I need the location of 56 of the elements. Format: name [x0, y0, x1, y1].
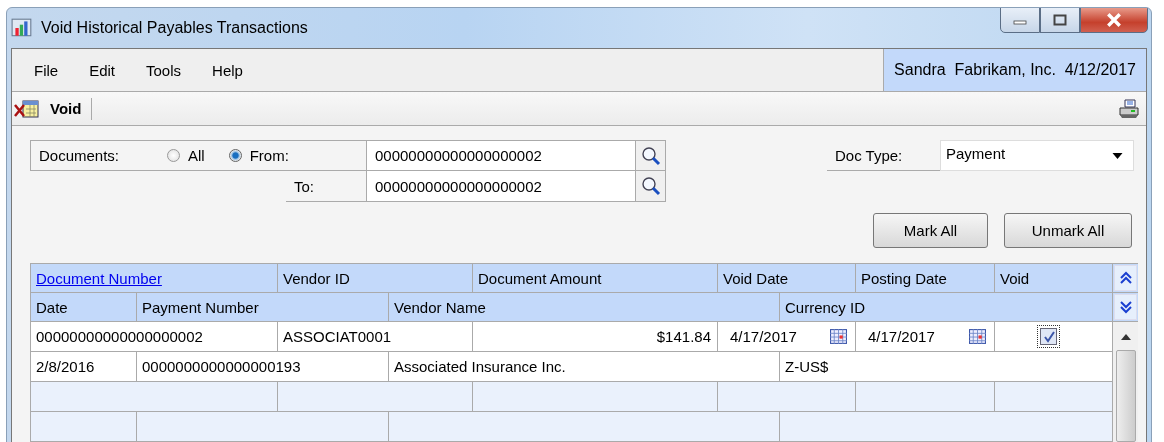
collapse-rows-button[interactable] [1114, 265, 1137, 291]
search-button[interactable] [636, 140, 666, 171]
close-icon [1106, 13, 1122, 27]
menu-item[interactable]: Edit [89, 61, 116, 79]
void-checkbox[interactable] [1040, 328, 1057, 345]
expand-rows-button[interactable] [1114, 294, 1137, 320]
search-button[interactable] [636, 171, 666, 202]
column-header: Void [995, 264, 1113, 292]
menu-item[interactable]: Tools [146, 61, 182, 79]
column-header: Currency ID [780, 293, 1113, 321]
void-button[interactable]: Void [12, 98, 92, 119]
dropdown-caret-icon [1112, 152, 1123, 159]
from-field[interactable]: 00000000000000000002 [366, 140, 636, 171]
menu-item[interactable]: Help [212, 61, 243, 79]
column-header: Date [30, 293, 137, 321]
column-header: Void Date [718, 264, 856, 292]
search-icon [640, 176, 661, 196]
radio-option[interactable]: All [167, 147, 205, 164]
close-button[interactable] [1080, 8, 1148, 33]
radio-option[interactable]: From: [228, 147, 289, 164]
minimize-button[interactable] [1000, 8, 1040, 33]
double-chevron-up-icon [1118, 271, 1133, 285]
printer-icon[interactable] [1118, 97, 1140, 120]
column-header: Posting Date [856, 264, 995, 292]
table-cell: 2/8/2016 [30, 352, 137, 381]
calendar-icon[interactable] [969, 329, 986, 344]
scroll-thumb[interactable] [1115, 350, 1136, 442]
column-header: Payment Number [137, 293, 389, 321]
app-icon [11, 17, 33, 39]
mark-button[interactable]: Mark All [873, 213, 988, 248]
mark-button[interactable]: Unmark All [1004, 213, 1132, 248]
table-cell: 4/17/2017 [730, 328, 797, 345]
window-title: Void Historical Payables Transactions [41, 19, 308, 37]
menu-item[interactable]: File [34, 61, 59, 79]
to-field[interactable]: 00000000000000000002 [366, 171, 636, 202]
doc-type-dropdown[interactable]: Payment [940, 140, 1134, 171]
user-company-date: Sandra Fabrikam, Inc. 4/12/2017 [883, 49, 1146, 91]
table-cell: $141.84 [473, 322, 718, 351]
void-icon [14, 98, 40, 119]
table-cell: 0000000000000000193 [137, 352, 389, 381]
vertical-scrollbar[interactable] [1113, 322, 1138, 442]
table-cell: Associated Insurance Inc. [389, 352, 780, 381]
column-header: Vendor Name [389, 293, 780, 321]
table-cell: ASSOCIAT0001 [278, 322, 473, 351]
documents-label: Documents: [39, 147, 121, 164]
column-header: Vendor ID [278, 264, 473, 292]
maximize-button[interactable] [1040, 8, 1080, 33]
table-cell: 00000000000000000002 [30, 322, 278, 351]
scroll-up-icon[interactable] [1120, 334, 1131, 340]
double-chevron-down-icon [1118, 300, 1133, 314]
search-icon [640, 145, 661, 166]
column-header: Document Amount [473, 264, 718, 292]
calendar-icon[interactable] [830, 329, 847, 344]
table-cell: 4/17/2017 [868, 328, 935, 345]
maximize-icon [1053, 14, 1067, 26]
sort-column-header[interactable]: Document Number [30, 264, 278, 292]
